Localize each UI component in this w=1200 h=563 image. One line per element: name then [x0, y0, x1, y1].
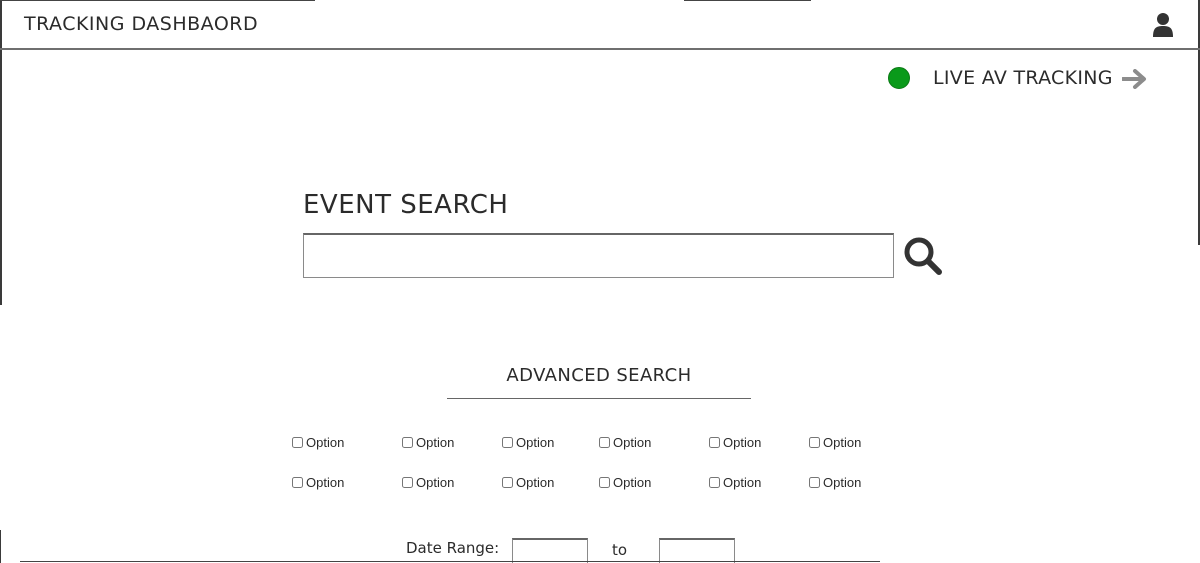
option-checkbox[interactable]: Option	[502, 473, 554, 491]
option-label: Option	[823, 474, 862, 490]
option-label: Option	[723, 474, 762, 490]
date-range-label: Date Range:	[406, 539, 500, 557]
option-checkbox[interactable]: Option	[292, 433, 344, 451]
option-checkbox[interactable]: Option	[402, 433, 454, 451]
option-checkbox-input[interactable]	[292, 436, 303, 448]
option-label: Option	[516, 474, 555, 490]
date-range-separator: to	[612, 541, 628, 559]
option-label: Option	[416, 474, 455, 490]
option-checkbox-input[interactable]	[402, 476, 413, 488]
event-search-input[interactable]	[303, 233, 894, 278]
option-checkbox-input[interactable]	[402, 436, 413, 448]
option-checkbox[interactable]: Option	[599, 433, 651, 451]
option-label: Option	[613, 474, 652, 490]
option-checkbox[interactable]: Option	[809, 433, 861, 451]
option-checkbox-input[interactable]	[809, 476, 820, 488]
live-av-tracking-link[interactable]: LIVE AV TRACKING	[884, 62, 1154, 96]
option-checkbox[interactable]: Option	[502, 433, 554, 451]
advanced-search-underline	[447, 398, 751, 399]
live-av-tracking-label: LIVE AV TRACKING	[933, 67, 1113, 89]
option-checkbox-input[interactable]	[502, 476, 513, 488]
user-icon[interactable]	[1152, 12, 1174, 38]
option-checkbox[interactable]: Option	[599, 473, 651, 491]
live-status-indicator	[888, 67, 910, 89]
frame-left-border-lower	[0, 530, 1, 563]
option-label: Option	[416, 434, 455, 450]
frame-bottom-border	[20, 561, 880, 562]
option-label: Option	[306, 434, 345, 450]
option-checkbox-input[interactable]	[809, 436, 820, 448]
search-icon[interactable]	[903, 236, 943, 276]
option-label: Option	[823, 434, 862, 450]
option-checkbox[interactable]: Option	[402, 473, 454, 491]
option-checkbox-input[interactable]	[599, 476, 610, 488]
option-checkbox-input[interactable]	[599, 436, 610, 448]
arrow-right-icon	[1121, 69, 1148, 89]
header-divider	[0, 48, 1200, 50]
option-label: Option	[723, 434, 762, 450]
option-checkbox-input[interactable]	[709, 436, 720, 448]
option-checkbox[interactable]: Option	[709, 433, 761, 451]
option-label: Option	[516, 434, 555, 450]
option-checkbox[interactable]: Option	[809, 473, 861, 491]
app-header: TRACKING DASHBAORD	[0, 0, 1200, 50]
option-checkbox-input[interactable]	[292, 476, 303, 488]
app-title: TRACKING DASHBAORD	[24, 13, 259, 35]
option-checkbox-input[interactable]	[709, 476, 720, 488]
option-label: Option	[306, 474, 345, 490]
event-search-title: EVENT SEARCH	[303, 190, 509, 220]
option-checkbox[interactable]: Option	[709, 473, 761, 491]
option-label: Option	[613, 434, 652, 450]
date-to-input[interactable]	[659, 538, 735, 563]
option-checkbox[interactable]: Option	[292, 473, 344, 491]
date-from-input[interactable]	[512, 538, 588, 563]
advanced-search-title: ADVANCED SEARCH	[506, 365, 692, 386]
option-checkbox-input[interactable]	[502, 436, 513, 448]
